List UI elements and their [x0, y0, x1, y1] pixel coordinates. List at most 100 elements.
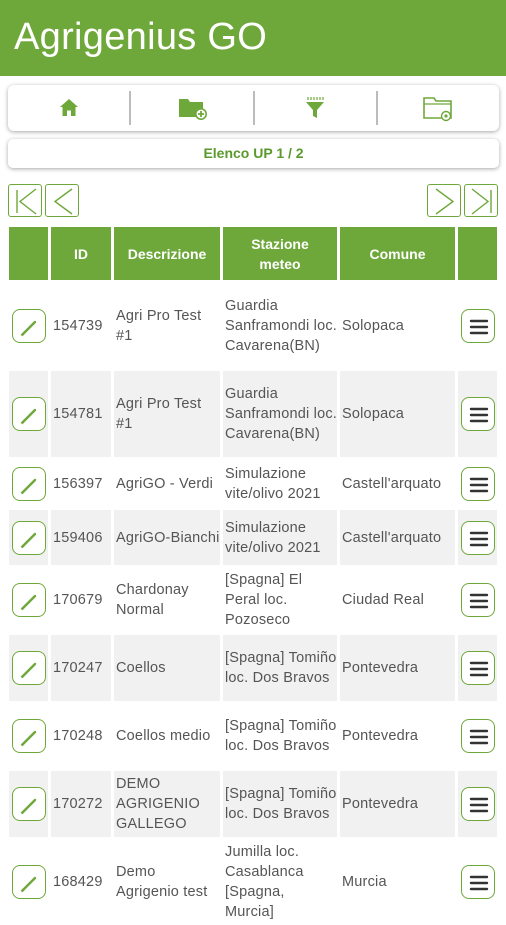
header-id: ID [51, 227, 111, 280]
pencil-icon [20, 594, 36, 611]
last-page-button[interactable] [464, 184, 498, 217]
cell-comune: Solopaca [340, 371, 455, 457]
row-menu-button[interactable] [460, 466, 495, 501]
cell-desc: AgriGO-Bianchi [114, 510, 220, 565]
cell-comune: Solopaca [342, 318, 405, 334]
menu-cell [458, 839, 497, 925]
add-folder-button[interactable] [131, 85, 252, 131]
hamburger-menu-icon [469, 875, 488, 891]
edit-button[interactable] [11, 397, 46, 431]
pencil-icon [20, 730, 36, 747]
hamburger-menu-icon [469, 407, 488, 423]
previous-page-button[interactable] [45, 184, 79, 217]
header-stazione-meteo: Stazione meteo [223, 227, 337, 280]
row-menu-button[interactable] [460, 787, 495, 821]
edit-button[interactable] [11, 787, 46, 821]
folder-settings-button[interactable] [378, 85, 499, 131]
row-menu-button[interactable] [460, 865, 495, 899]
cell-station: Guardia Sanframondi loc. Cavarena(BN) [225, 298, 337, 354]
table-row: 154781 Agri Pro Test #1 Guardia Sanframond… [9, 371, 497, 457]
hamburger-menu-icon [469, 477, 488, 492]
header-edit-column [9, 227, 48, 280]
edit-button[interactable] [11, 651, 46, 685]
table-row: 170679 Chardonay Normal [Spagna] El Peral … [9, 567, 497, 633]
header-descrizione: Descrizione [114, 227, 220, 280]
cell-desc: Agri Pro Test #1 [114, 371, 220, 457]
menu-cell [458, 703, 497, 769]
edit-button[interactable] [11, 719, 46, 753]
menu-cell [458, 771, 497, 837]
next-page-button[interactable] [427, 184, 461, 217]
hamburger-menu-icon [469, 797, 488, 813]
hamburger-menu-icon [469, 593, 488, 609]
row-menu-button[interactable] [460, 397, 495, 431]
cell-comune: Pontevedra [340, 771, 455, 837]
cell-id: 170248 [53, 728, 103, 744]
edit-cell [9, 510, 48, 565]
menu-cell [458, 567, 497, 633]
pencil-icon [20, 408, 36, 425]
pencil-icon [20, 320, 36, 337]
row-menu-button[interactable] [460, 651, 495, 685]
edit-button[interactable] [11, 309, 46, 343]
menu-cell [458, 510, 497, 565]
edit-button[interactable] [11, 865, 46, 899]
cell-id: 170247 [51, 635, 111, 701]
cell-station: [Spagna] El Peral loc. Pozoseco [225, 572, 303, 628]
cell-comune: Castell'arquato [340, 510, 455, 565]
cell-comune: Castell'arquato [342, 475, 442, 492]
edit-button[interactable] [11, 466, 46, 501]
last-page-icon [471, 188, 492, 215]
home-button[interactable] [8, 85, 129, 131]
edit-cell [9, 567, 48, 633]
cell-station: [Spagna] Tomiño loc. Dos Bravos [223, 635, 337, 701]
cell-desc: AgriGO - Verdi [116, 475, 214, 492]
hamburger-menu-icon [469, 531, 488, 546]
menu-cell [458, 635, 497, 701]
cell-id: 170272 [51, 771, 111, 837]
edit-button[interactable] [11, 583, 46, 617]
pencil-icon [20, 662, 36, 679]
header-comune: Comune [340, 227, 455, 280]
cell-desc: Demo Agrigenio test [116, 864, 208, 900]
cell-desc: Agri Pro Test #1 [116, 308, 202, 344]
row-menu-button[interactable] [460, 520, 495, 555]
cell-comune: Ciudad Real [342, 592, 424, 608]
app-title: Agrigenius GO [14, 16, 268, 58]
cell-desc: Coellos medio [116, 728, 211, 744]
edit-button[interactable] [11, 520, 46, 555]
table-row: 159406 AgriGO-Bianchi Simulazione vite/oli… [9, 510, 497, 565]
cell-id: 159406 [51, 510, 111, 565]
row-menu-button[interactable] [460, 583, 495, 617]
pencil-icon [20, 798, 36, 815]
cell-id: 170679 [53, 592, 103, 608]
cell-station: [Spagna] Tomiño loc. Dos Bravos [225, 718, 337, 754]
cell-station: Simulazione vite/olivo 2021 [223, 510, 337, 565]
cell-comune: Pontevedra [342, 728, 419, 744]
table-row: 170272 DEMO AGRIGENIO GALLEGO [Spagna] Tom… [9, 771, 497, 837]
table-row: 170248 Coellos medio [Spagna] Tomiño loc. … [9, 703, 497, 769]
first-page-button[interactable] [8, 184, 42, 217]
cell-desc: Chardonay Normal [116, 582, 189, 618]
table-row: 154739 Agri Pro Test #1 Guardia Sanframond… [9, 283, 497, 369]
edit-cell [9, 635, 48, 701]
folder-add-icon [178, 99, 207, 120]
pencil-icon [20, 876, 36, 893]
filter-button[interactable] [255, 85, 376, 131]
pencil-icon [20, 532, 36, 548]
cell-id: 154739 [53, 318, 103, 334]
page-indicator: Elenco UP 1 / 2 [8, 139, 499, 168]
folder-settings-icon [423, 97, 453, 122]
hamburger-menu-icon [469, 661, 488, 677]
row-menu-button[interactable] [460, 719, 495, 753]
row-menu-button[interactable] [460, 309, 495, 343]
hamburger-menu-icon [469, 729, 488, 745]
filter-icon [306, 97, 325, 118]
cell-station: [Spagna] Tomiño loc. Dos Bravos [223, 771, 337, 837]
cell-id: 168429 [53, 874, 103, 890]
cell-comune: Murcia [342, 874, 387, 890]
edit-cell [9, 703, 48, 769]
chevron-right-icon [435, 188, 455, 215]
home-icon [59, 99, 78, 116]
edit-cell [9, 459, 48, 508]
